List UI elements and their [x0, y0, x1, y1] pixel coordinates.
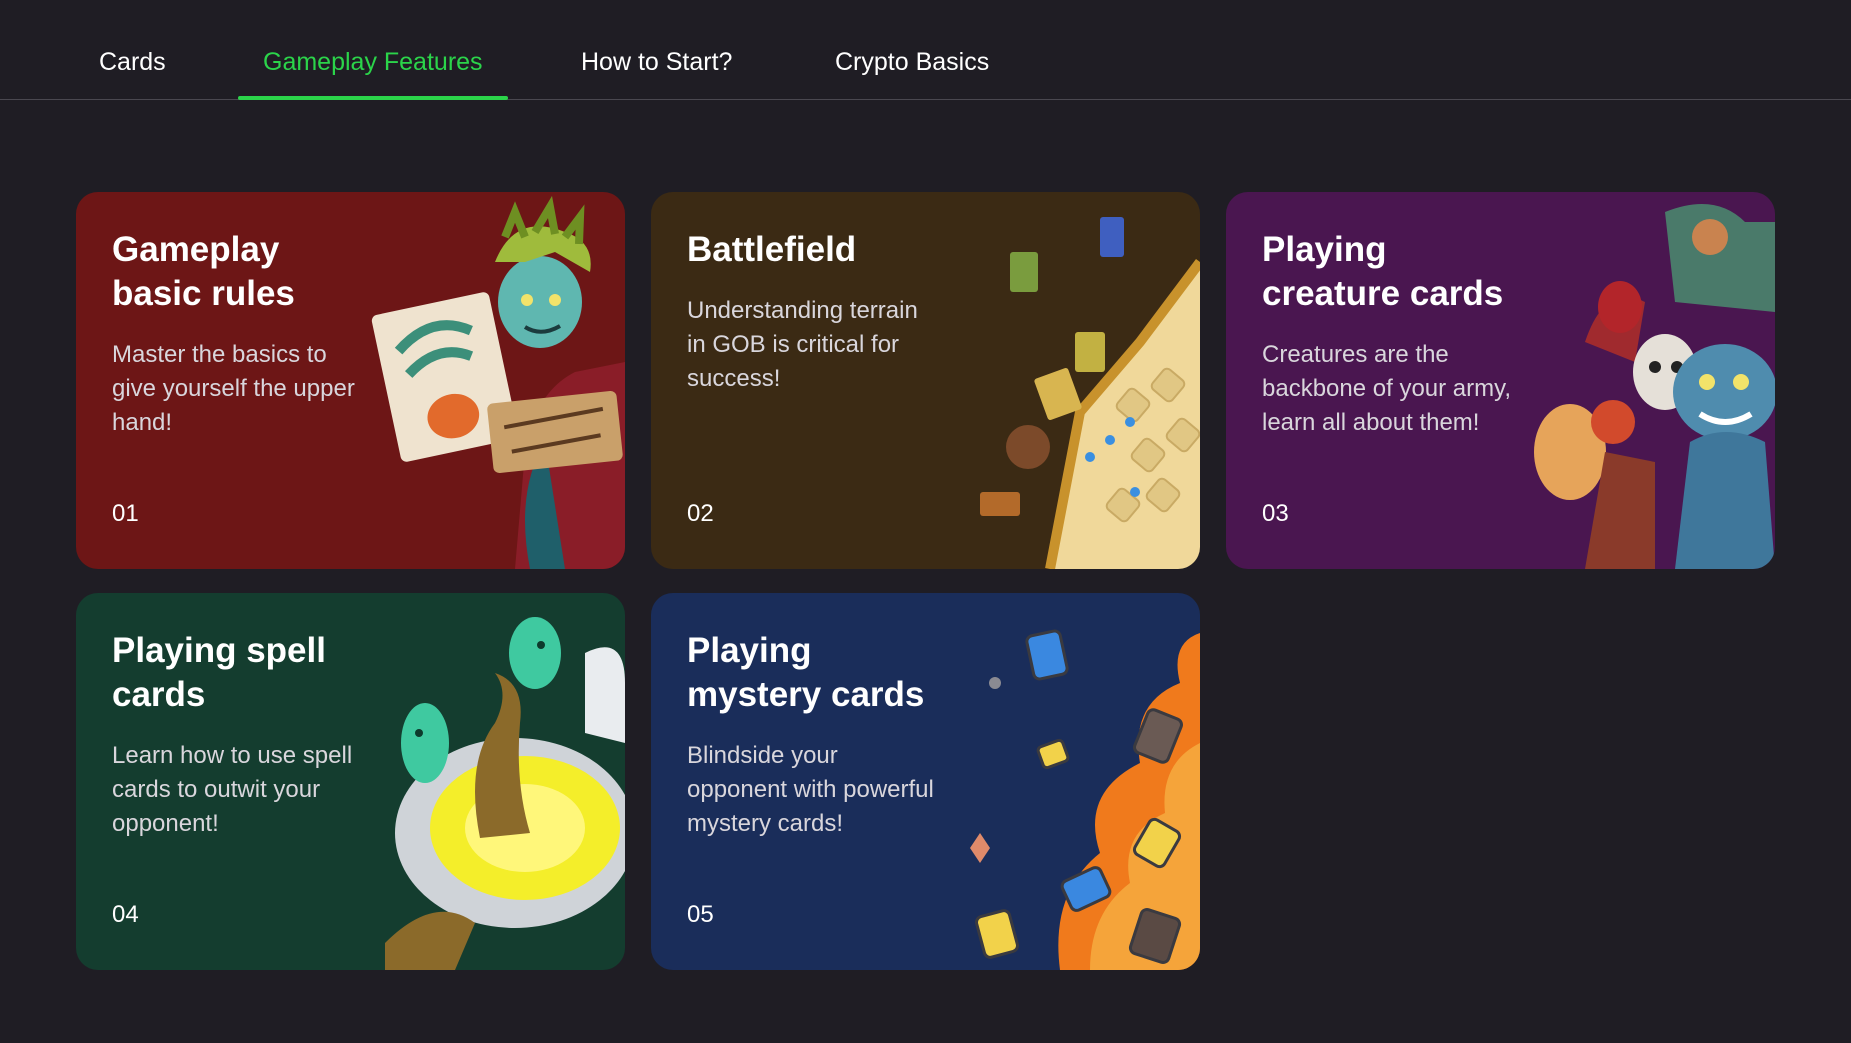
card-description: Creatures are the backbone of your army,…	[1262, 341, 1512, 436]
card-description: Learn how to use spell cards to outwit y…	[112, 742, 353, 837]
card-gameplay-basic-rules[interactable]: Gameplay basic rules Master the basics t…	[76, 192, 625, 569]
tab-cards[interactable]: Cards	[99, 48, 166, 77]
battlefield-board-illustration	[980, 217, 1200, 569]
wraith-writer-illustration	[371, 195, 625, 569]
spell-toilet-illustration	[385, 617, 625, 970]
card-playing-mystery-cards[interactable]: Playing mystery cards Blindside your opp…	[651, 593, 1200, 970]
card-description: Blindside your opponent with powerful my…	[687, 742, 934, 837]
tab-crypto-basics[interactable]: Crypto Basics	[835, 48, 989, 77]
active-tab-indicator	[238, 96, 508, 100]
tab-gameplay-features[interactable]: Gameplay Features	[263, 48, 483, 77]
card-number: 02	[687, 500, 714, 527]
card-description: Understanding terrain in GOB is critical…	[687, 297, 918, 392]
card-playing-spell-cards[interactable]: Playing spell cards Learn how to use spe…	[76, 593, 625, 970]
card-description: Master the basics to give yourself the u…	[112, 341, 355, 436]
mystery-flames-illustration	[970, 629, 1200, 970]
card-number: 01	[112, 500, 139, 527]
card-number: 03	[1262, 500, 1289, 527]
card-number: 05	[687, 901, 714, 928]
tab-bar: Cards Gameplay Features How to Start? Cr…	[0, 0, 1851, 100]
creatures-group-illustration	[1534, 204, 1775, 569]
card-battlefield[interactable]: Battlefield Understanding terrain in GOB…	[651, 192, 1200, 569]
card-number: 04	[112, 901, 139, 928]
tab-how-to-start[interactable]: How to Start?	[581, 48, 732, 77]
card-playing-creature-cards[interactable]: Playing creature cards Creatures are the…	[1226, 192, 1775, 569]
